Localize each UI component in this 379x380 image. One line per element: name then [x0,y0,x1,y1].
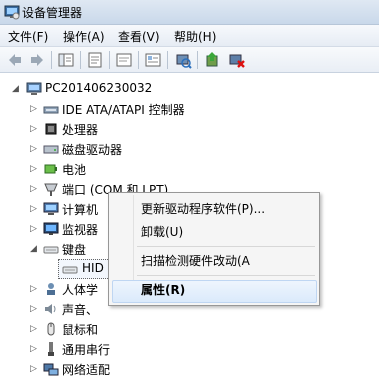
expand-arrow-icon[interactable]: ▷ [30,279,40,299]
expand-arrow-icon[interactable]: ▷ [30,319,40,339]
battery-icon [44,164,57,174]
properties-menu-item[interactable]: 属性(R) [141,281,311,301]
tree-item-label: 计算机 [62,203,99,217]
menu-view[interactable]: 查看(V) [118,28,160,45]
toolbar-separator [138,51,139,69]
update-driver-menu-item[interactable]: 更新驱动程序软件(P)... [141,200,311,220]
menu-separator [137,246,315,247]
tree-item-network-adapter[interactable]: ▷ 网络适配 [0,359,111,379]
processor-icon [45,123,57,135]
expand-arrow-icon[interactable]: ▷ [30,99,40,119]
monitor-icon [43,222,59,235]
tree-item-label: 网络适配 [62,363,111,377]
context-menu: 更新驱动程序软件(P)... 卸载(U) 扫描检测硬件改动(A 属性(R) [108,192,320,306]
menu-bar: 文件(F) 操作(A) 查看(V) 帮助(H) [0,25,379,47]
expand-arrow-icon[interactable]: ▷ [30,219,40,239]
toolbar [0,47,379,73]
scan-hardware-menu-item[interactable]: 扫描检测硬件改动(A [141,252,311,272]
sound-icon [45,304,56,314]
tree-item-hid-devices[interactable]: ▷ 人体学 [0,279,108,299]
computer-icon [26,82,42,95]
toolbar-separator [197,51,198,69]
tree-item-mouse[interactable]: ▷ 鼠标和 [0,319,108,339]
menu-action[interactable]: 操作(A) [63,28,105,45]
expand-arrow-icon[interactable]: ▷ [30,339,40,359]
tree-root[interactable]: ◢ PC201406230032 [0,79,379,99]
menu-file[interactable]: 文件(F) [8,28,48,45]
tree-item-hid-keyboard[interactable]: HID [0,259,108,279]
tree-item-label: 通用串行 [62,343,111,357]
tree-item-label: 人体学 [62,283,99,297]
tree-item-processor[interactable]: ▷ 处理器 [0,119,379,139]
tree-item-label: 处理器 [62,123,99,137]
expand-arrow-icon[interactable]: ▷ [30,359,40,379]
toolbar-separator [167,51,168,69]
menu-help[interactable]: 帮助(H) [174,28,216,45]
network-adapter-icon [43,363,59,376]
tree-item-label: 键盘 [62,243,87,257]
hid-device-icon [47,283,55,295]
device-manager-icon [4,5,20,20]
tree-item-label: 监视器 [62,223,99,237]
forward-arrow-icon[interactable] [28,51,46,69]
keyboard-icon [43,246,59,254]
ide-controller-icon [43,106,59,114]
toolbar-separator [51,51,52,69]
computer-icon [43,202,59,215]
disk-drive-icon [43,145,59,154]
port-icon [44,183,58,196]
expand-arrow-icon[interactable]: ▷ [30,199,40,219]
disable-device-icon[interactable] [228,51,246,69]
expand-arrow-icon[interactable]: ▷ [30,299,40,319]
tree-item-sound[interactable]: ▷ 声音、 [0,299,108,319]
window-title: 设备管理器 [22,6,83,20]
tree-root-label: PC201406230032 [45,81,153,95]
collapse-arrow-icon[interactable]: ◢ [30,239,40,259]
scan-hardware-icon[interactable] [144,51,162,69]
tree-item-label: 声音、 [62,303,99,317]
collapse-arrow-icon[interactable]: ◢ [12,79,22,99]
update-driver-icon[interactable] [174,51,192,69]
tree-item-ide-controller[interactable]: ▷ IDE ATA/ATAPI 控制器 [0,99,379,119]
tree-item-label: IDE ATA/ATAPI 控制器 [62,103,185,117]
toolbar-separator [80,51,81,69]
tree-item-disk-drive[interactable]: ▷ 磁盘驱动器 [0,139,379,159]
usb-icon [48,342,54,356]
menu-separator [137,275,315,276]
properties-icon[interactable] [86,51,104,69]
expand-arrow-icon[interactable]: ▷ [30,179,40,199]
toolbar-separator [109,51,110,69]
expand-arrow-icon[interactable]: ▷ [30,159,40,179]
tree-item-label: 磁盘驱动器 [62,143,123,157]
tree-item-usb[interactable]: ▷ 通用串行 [0,339,111,359]
help-icon[interactable] [115,51,133,69]
mouse-icon [47,322,55,336]
tree-item-battery[interactable]: ▷ 电池 [0,159,379,179]
keyboard-icon [62,266,78,274]
tree-item-label: HID [82,261,104,275]
expand-arrow-icon[interactable]: ▷ [30,119,40,139]
tree-item-label: 鼠标和 [62,323,99,337]
back-arrow-icon[interactable] [6,51,24,69]
uninstall-icon[interactable] [204,51,222,69]
title-bar: 设备管理器 [0,0,379,25]
show-hide-console-tree-icon[interactable] [57,51,75,69]
uninstall-menu-item[interactable]: 卸载(U) [141,223,311,243]
expand-arrow-icon[interactable]: ▷ [30,139,40,159]
tree-item-label: 电池 [62,163,87,177]
